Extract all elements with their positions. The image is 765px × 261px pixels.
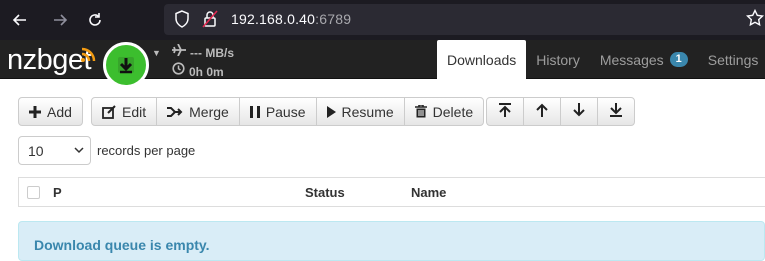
url-text[interactable]: 192.168.0.40:6789 [231, 11, 351, 27]
logo-signal-icon [81, 47, 96, 62]
add-button-group: Add [18, 97, 83, 126]
plus-icon [29, 105, 41, 118]
time-indicator[interactable]: 0h 0m [172, 62, 224, 79]
tab-settings[interactable]: Settings [698, 40, 765, 79]
arrow-down-icon [573, 103, 585, 120]
pause-button[interactable]: Pause [240, 98, 317, 125]
downloads-table-header: P Status Name [18, 177, 765, 207]
resume-label: Resume [341, 103, 394, 120]
shield-icon[interactable] [174, 10, 190, 28]
empty-queue-alert: Download queue is empty. [18, 221, 765, 261]
plane-icon [172, 43, 186, 57]
browser-toolbar: 192.168.0.40:6789 [0, 0, 765, 40]
speed-text: --- MB/s [190, 45, 234, 60]
move-bottom-icon [610, 103, 622, 120]
edit-label: Edit [122, 103, 147, 120]
records-per-page-label: records per page [97, 143, 196, 158]
url-host: 192.168.0.40 [231, 11, 316, 27]
reload-icon[interactable] [83, 8, 107, 32]
move-down-button[interactable] [561, 98, 598, 125]
bookmark-star-icon[interactable] [746, 9, 764, 27]
resume-button[interactable]: Resume [317, 98, 405, 125]
move-top-button[interactable] [487, 98, 524, 125]
tab-messages-label: Messages [599, 51, 664, 68]
edit-icon [102, 104, 116, 119]
download-status-button[interactable] [103, 42, 149, 88]
tab-downloads[interactable]: Downloads [437, 40, 527, 79]
empty-queue-message: Download queue is empty. [34, 237, 210, 253]
column-name[interactable]: Name [411, 185, 446, 200]
move-top-icon [499, 103, 511, 120]
move-bottom-button[interactable] [598, 98, 634, 125]
arrow-up-icon [536, 103, 548, 120]
chevron-down-icon [74, 147, 84, 154]
merge-button[interactable]: Merge [157, 98, 240, 125]
time-text: 0h 0m [189, 64, 224, 79]
download-arrow-icon [118, 57, 134, 74]
column-status[interactable]: Status [305, 185, 345, 200]
pause-icon [249, 105, 260, 118]
merge-label: Merge [189, 103, 229, 120]
tab-messages[interactable]: Messages 1 [590, 40, 698, 79]
back-arrow-icon[interactable] [8, 8, 32, 32]
add-button[interactable]: Add [19, 98, 82, 125]
select-all-checkbox[interactable] [27, 186, 40, 199]
url-port: :6789 [315, 11, 352, 27]
merge-icon [167, 106, 183, 118]
main-tabs: Downloads History Messages 1 Settings [437, 40, 765, 79]
delete-button[interactable]: Delete [405, 98, 483, 125]
records-per-page-value: 10 [28, 143, 44, 159]
insecure-lock-icon[interactable] [202, 10, 218, 28]
play-icon [326, 105, 336, 118]
add-label: Add [47, 103, 72, 120]
clock-icon [172, 62, 185, 75]
edit-button[interactable]: Edit [92, 98, 158, 125]
forward-arrow-icon[interactable] [48, 8, 72, 32]
dropdown-caret-icon[interactable]: ▼ [152, 48, 161, 58]
column-priority[interactable]: P [53, 185, 62, 200]
action-button-group: Edit Merge Pause Resume Delete [91, 97, 485, 126]
speed-indicator[interactable]: --- MB/s [172, 43, 234, 60]
messages-count-badge: 1 [669, 52, 688, 67]
trash-icon [414, 105, 427, 118]
delete-label: Delete [432, 103, 474, 120]
move-button-group [486, 97, 635, 126]
tab-history[interactable]: History [526, 40, 590, 79]
pause-label: Pause [265, 103, 306, 120]
records-per-page-select[interactable]: 10 [18, 136, 91, 165]
move-up-button[interactable] [524, 98, 561, 125]
